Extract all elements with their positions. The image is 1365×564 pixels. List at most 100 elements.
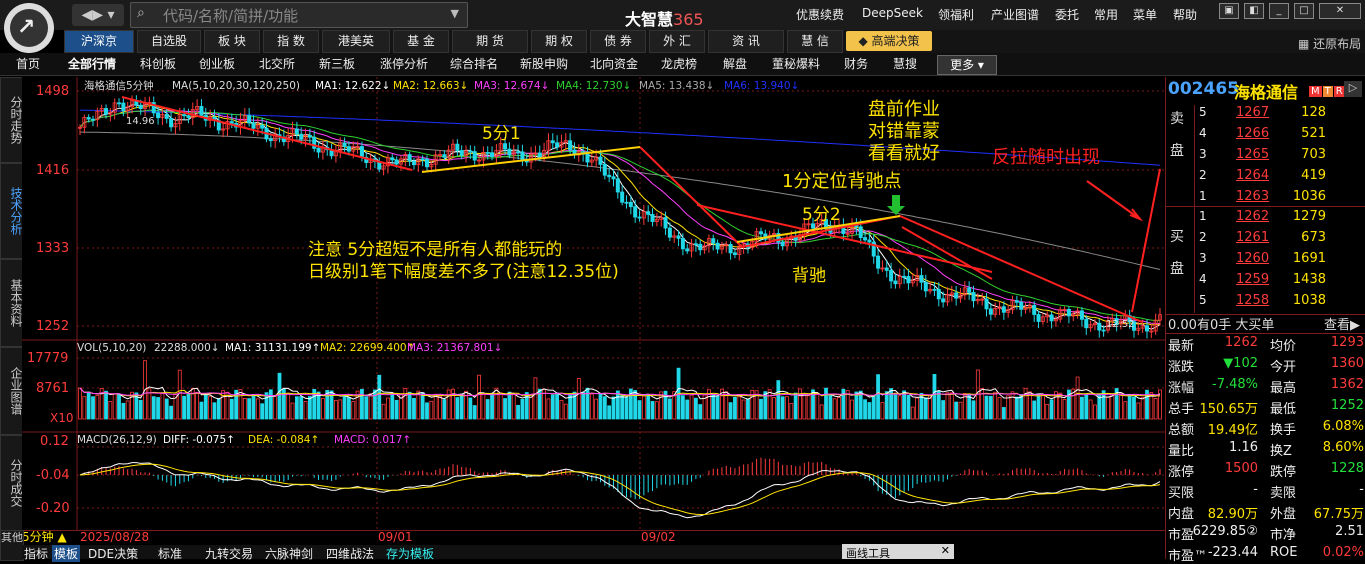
save-template-button[interactable]: 存为模板 bbox=[386, 545, 434, 562]
tab-huixin[interactable]: 慧 信 bbox=[787, 30, 843, 53]
bid-price[interactable]: 1262 bbox=[1236, 209, 1269, 224]
tab-options[interactable]: 期 权 bbox=[531, 30, 587, 53]
maximize-icon[interactable]: □ bbox=[1294, 3, 1314, 19]
ask-price[interactable]: 1267 bbox=[1236, 105, 1269, 120]
tab-bonds[interactable]: 债 券 bbox=[590, 30, 646, 53]
back-forward-button[interactable]: ◀▶ ▾ bbox=[72, 4, 124, 26]
bid-price[interactable]: 1260 bbox=[1236, 251, 1269, 266]
menu-deepseek[interactable]: DeepSeek bbox=[862, 6, 923, 20]
bid-price[interactable]: 1258 bbox=[1236, 293, 1269, 308]
volume-bar bbox=[893, 394, 898, 420]
tab-standard[interactable]: 标准 bbox=[158, 545, 182, 562]
menu-bse[interactable]: 北交所 bbox=[259, 55, 295, 72]
tab-fund[interactable]: 基 金 bbox=[393, 30, 449, 53]
menu-renewal[interactable]: 优惠续费 bbox=[796, 6, 844, 23]
ask-price[interactable]: 1265 bbox=[1236, 147, 1269, 162]
expand-icon[interactable]: ▷ bbox=[1344, 81, 1362, 97]
menu-ipo[interactable]: 新股申购 bbox=[520, 55, 568, 72]
menu-chinext[interactable]: 创业板 bbox=[199, 55, 235, 72]
menu-dragon-tiger[interactable]: 龙虎榜 bbox=[661, 55, 697, 72]
menu-industry-map[interactable]: 产业图谱 bbox=[991, 6, 1039, 23]
tab-other[interactable]: 其他 bbox=[0, 530, 24, 561]
ask-price[interactable]: 1266 bbox=[1236, 126, 1269, 141]
ask-price[interactable]: 1263 bbox=[1236, 189, 1269, 204]
minimize-icon[interactable]: _ bbox=[1269, 3, 1289, 19]
candle bbox=[247, 115, 252, 124]
menu-northbound[interactable]: 北向资金 bbox=[590, 55, 638, 72]
close-icon[interactable]: ✕ bbox=[941, 544, 950, 557]
kline-chart[interactable]: 1498 1416 1333 1252 17779 8761 X10 0.12 … bbox=[22, 77, 1165, 544]
candle bbox=[199, 105, 204, 116]
chart-canvas[interactable]: 1498 1416 1333 1252 17779 8761 X10 0.12 … bbox=[22, 77, 1165, 544]
svg-text:5分2: 5分2 bbox=[802, 205, 841, 225]
tab-technical[interactable]: 技术分析 bbox=[0, 163, 24, 259]
search-placeholder[interactable]: 代码/名称/简拼/功能 bbox=[163, 5, 298, 26]
drawing-tool-panel[interactable]: 画线工具 ✕ bbox=[842, 544, 954, 560]
menu-welfare[interactable]: 领福利 bbox=[938, 6, 974, 23]
restore-layout-button[interactable]: ▦ 还原布局 bbox=[1298, 35, 1361, 52]
tab-six-pulse[interactable]: 六脉神剑 bbox=[265, 545, 313, 562]
tab-watchlist[interactable]: 自选股 bbox=[137, 30, 201, 53]
view-all-link[interactable]: 查看▶ bbox=[1324, 314, 1360, 333]
stat-label: 最新 bbox=[1168, 339, 1195, 354]
volume-bar bbox=[585, 387, 590, 420]
tab-fundamentals[interactable]: 基本资料 bbox=[0, 259, 24, 347]
stat-value: 0.02% bbox=[1322, 545, 1364, 560]
tab-four-dim[interactable]: 四维战法 bbox=[326, 545, 374, 562]
volume-bar bbox=[1036, 393, 1041, 420]
menu-secretary[interactable]: 董秘爆料 bbox=[772, 55, 820, 72]
tab-template[interactable]: 模板 bbox=[52, 545, 81, 562]
menu-main[interactable]: 菜单 bbox=[1133, 6, 1157, 23]
candle bbox=[490, 152, 495, 158]
chevron-down-icon[interactable]: ▼ bbox=[451, 7, 459, 20]
tab-forex[interactable]: 外 汇 bbox=[649, 30, 705, 53]
candle bbox=[1101, 329, 1106, 332]
tab-info[interactable]: 资 讯 bbox=[708, 30, 784, 53]
volume-bar bbox=[425, 402, 429, 420]
tab-sector[interactable]: 板 块 bbox=[204, 30, 260, 53]
menu-help[interactable]: 帮助 bbox=[1173, 6, 1197, 23]
bid-price[interactable]: 1261 bbox=[1236, 230, 1269, 245]
ask-price[interactable]: 1264 bbox=[1236, 168, 1269, 183]
app-logo: ↗ bbox=[4, 3, 54, 53]
menu-all-quotes[interactable]: 全部行情 bbox=[68, 55, 116, 72]
volume-bar bbox=[186, 393, 191, 420]
menu-trade[interactable]: 委托 bbox=[1055, 6, 1079, 23]
volume-bar bbox=[876, 374, 880, 420]
orderbook-level: 1 bbox=[1199, 209, 1207, 223]
candle bbox=[359, 146, 364, 158]
search-box[interactable]: ⌕ 代码/名称/简拼/功能 ▼ bbox=[130, 2, 468, 28]
menu-finance[interactable]: 财务 bbox=[844, 55, 868, 72]
candle bbox=[169, 118, 174, 128]
menu-ranking[interactable]: 综合排名 bbox=[450, 55, 498, 72]
candle bbox=[472, 151, 477, 161]
menu-home[interactable]: 首页 bbox=[16, 55, 40, 72]
menu-star-market[interactable]: 科创板 bbox=[140, 55, 176, 72]
tab-dde[interactable]: DDE决策 bbox=[88, 545, 138, 562]
close-icon[interactable]: ✕ bbox=[1319, 3, 1361, 19]
menu-neeq[interactable]: 新三板 bbox=[319, 55, 355, 72]
tab-index[interactable]: 指 数 bbox=[263, 30, 319, 53]
search-icon: ⌕ bbox=[137, 5, 145, 21]
tab-enterprise-map[interactable]: 企业图谱 bbox=[0, 347, 24, 435]
orderbook-level: 5 bbox=[1199, 293, 1207, 307]
high-end-decision-button[interactable]: ◆ 高端决策 bbox=[846, 31, 932, 51]
tab-indicator[interactable]: 指标 bbox=[24, 545, 48, 562]
tab-nine-turn[interactable]: 九转交易 bbox=[205, 545, 253, 562]
menu-common[interactable]: 常用 bbox=[1094, 6, 1118, 23]
tab-timeshare[interactable]: 分时走势 bbox=[0, 77, 24, 163]
tab-futures[interactable]: 期 货 bbox=[452, 30, 528, 53]
more-button[interactable]: 更多 ▾ bbox=[937, 55, 997, 75]
candle bbox=[294, 128, 299, 135]
menu-search[interactable]: 慧搜 bbox=[893, 55, 917, 72]
menu-analysis[interactable]: 解盘 bbox=[723, 55, 747, 72]
tab-hk-us[interactable]: 港美英 bbox=[322, 30, 390, 53]
ask-volume: 128 bbox=[1301, 105, 1326, 120]
period-label[interactable]: 5分钟 ▲ bbox=[22, 530, 67, 544]
menu-limit-up[interactable]: 涨停分析 bbox=[380, 55, 428, 72]
tab-tick-trades[interactable]: 分时成交 bbox=[0, 435, 24, 531]
window-icon[interactable]: ▣ bbox=[1219, 3, 1239, 19]
tab-shanghai-shenzhen[interactable]: 沪深京 bbox=[64, 30, 134, 53]
window-icon[interactable]: ◧ bbox=[1244, 3, 1264, 19]
bid-price[interactable]: 1259 bbox=[1236, 272, 1269, 287]
